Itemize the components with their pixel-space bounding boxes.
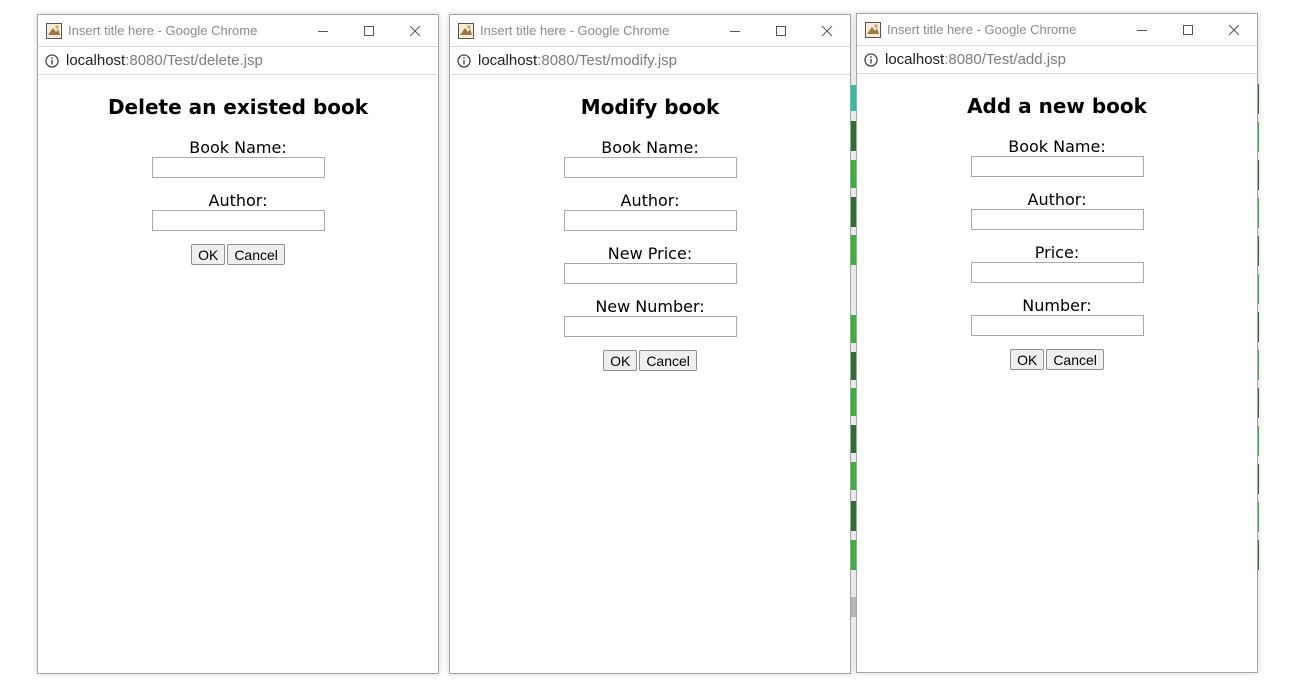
maximize-button[interactable] [1165, 14, 1211, 45]
number-label: Number: [1022, 296, 1092, 315]
app-favicon-icon [458, 22, 474, 39]
field-author: Author: [450, 191, 850, 231]
ok-button[interactable]: OK [191, 244, 226, 265]
minimize-button[interactable] [300, 15, 346, 46]
close-button[interactable] [392, 15, 438, 46]
info-icon[interactable] [864, 52, 878, 67]
field-number: Number: [857, 296, 1257, 336]
close-button[interactable] [804, 15, 850, 46]
author-label: Author: [1027, 190, 1087, 209]
new-number-label: New Number: [595, 297, 705, 316]
price-label: Price: [1034, 243, 1080, 262]
author-input[interactable] [970, 209, 1144, 230]
book-name-label: Book Name: [601, 138, 699, 157]
close-button[interactable] [1211, 14, 1257, 45]
author-label: Author: [208, 191, 268, 210]
minimize-icon [1137, 29, 1147, 31]
cancel-button[interactable]: Cancel [1046, 349, 1104, 370]
close-icon [1228, 24, 1240, 35]
url-text[interactable]: localhost:8080/Test/add.jsp [885, 51, 1066, 68]
window-title: Insert title here - Google Chrome [887, 22, 1077, 37]
browser-window-delete: Insert title here - Google Chrome localh… [37, 14, 439, 674]
address-bar[interactable]: localhost:8080/Test/modify.jsp [450, 46, 850, 75]
app-favicon-icon [46, 22, 62, 39]
title-bar[interactable]: Insert title here - Google Chrome [857, 14, 1257, 45]
minimize-icon [730, 30, 740, 32]
book-name-label: Book Name: [189, 138, 287, 157]
author-input[interactable] [151, 210, 325, 231]
title-bar[interactable]: Insert title here - Google Chrome [450, 15, 850, 46]
minimize-button[interactable] [712, 15, 758, 46]
field-book-name: Book Name: [857, 137, 1257, 177]
maximize-icon [1183, 24, 1193, 35]
new-price-input[interactable] [563, 263, 737, 284]
info-icon[interactable] [457, 53, 471, 68]
page-title: Modify book [580, 95, 720, 119]
close-icon [409, 25, 421, 36]
minimize-icon [318, 30, 328, 32]
info-icon[interactable] [45, 53, 59, 68]
form-buttons: OK Cancel [450, 350, 850, 371]
field-book-name: Book Name: [38, 138, 438, 178]
price-input[interactable] [970, 262, 1144, 283]
cancel-button[interactable]: Cancel [639, 350, 697, 371]
window-title: Insert title here - Google Chrome [480, 23, 670, 38]
cancel-button[interactable]: Cancel [227, 244, 285, 265]
desktop: Insert title here - Google Chrome localh… [0, 0, 1300, 699]
maximize-icon [364, 25, 374, 36]
field-book-name: Book Name: [450, 138, 850, 178]
browser-window-modify: Insert title here - Google Chrome localh… [449, 14, 851, 674]
page-content: Add a new book Book Name: Author: Price:… [857, 74, 1257, 370]
number-input[interactable] [970, 315, 1144, 336]
field-new-price: New Price: [450, 244, 850, 284]
url-text[interactable]: localhost:8080/Test/modify.jsp [478, 52, 677, 69]
book-name-input[interactable] [151, 157, 325, 178]
minimize-button[interactable] [1119, 14, 1165, 45]
field-price: Price: [857, 243, 1257, 283]
author-input[interactable] [563, 210, 737, 231]
ok-button[interactable]: OK [603, 350, 638, 371]
url-text[interactable]: localhost:8080/Test/delete.jsp [66, 52, 263, 69]
ok-button[interactable]: OK [1010, 349, 1045, 370]
maximize-button[interactable] [346, 15, 392, 46]
maximize-button[interactable] [758, 15, 804, 46]
address-bar[interactable]: localhost:8080/Test/add.jsp [857, 45, 1257, 74]
browser-window-add: Insert title here - Google Chrome localh… [856, 13, 1258, 673]
page-content: Delete an existed book Book Name: Author… [38, 75, 438, 265]
book-name-input[interactable] [563, 157, 737, 178]
close-icon [821, 25, 833, 36]
book-name-label: Book Name: [1008, 137, 1106, 156]
field-author: Author: [857, 190, 1257, 230]
form-buttons: OK Cancel [857, 349, 1257, 370]
field-new-number: New Number: [450, 297, 850, 337]
window-title: Insert title here - Google Chrome [68, 23, 258, 38]
page-title: Add a new book [967, 94, 1147, 118]
form-buttons: OK Cancel [38, 244, 438, 265]
maximize-icon [776, 25, 786, 36]
book-name-input[interactable] [970, 156, 1144, 177]
page-title: Delete an existed book [107, 95, 369, 119]
title-bar[interactable]: Insert title here - Google Chrome [38, 15, 438, 46]
page-content: Modify book Book Name: Author: New Price… [450, 75, 850, 371]
new-number-input[interactable] [563, 316, 737, 337]
author-label: Author: [620, 191, 680, 210]
field-author: Author: [38, 191, 438, 231]
new-price-label: New Price: [607, 244, 693, 263]
address-bar[interactable]: localhost:8080/Test/delete.jsp [38, 46, 438, 75]
app-favicon-icon [865, 21, 881, 38]
